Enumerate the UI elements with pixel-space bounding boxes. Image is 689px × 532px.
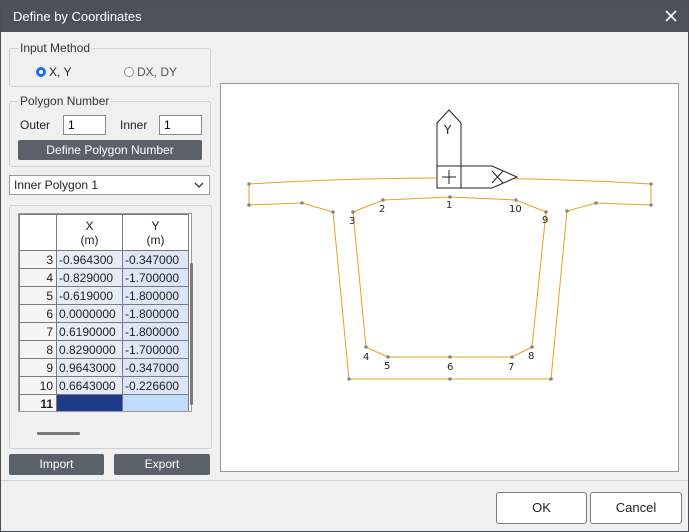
header-y-unit: (m) (146, 232, 165, 247)
polygon-number-legend: Polygon Number (18, 94, 112, 108)
table-row[interactable]: 5 -0.619000 -1.800000 (19, 286, 189, 305)
table-row[interactable]: 4 -0.829000 -1.700000 (19, 268, 189, 287)
table-row[interactable]: 9 0.9643000 -0.347000 (19, 358, 189, 377)
cell-x[interactable] (56, 394, 123, 411)
table-row[interactable]: 11 (19, 394, 189, 411)
table-row[interactable]: 8 0.8290000 -1.700000 (19, 340, 189, 359)
row-number: 10 (19, 376, 57, 395)
row-number: 6 (19, 304, 57, 323)
row-number: 8 (19, 340, 57, 359)
axis-gizmo (436, 109, 519, 189)
cell-x[interactable]: -0.964300 (56, 250, 123, 269)
inner-outline (352, 196, 547, 358)
vertex-label-10: 10 (509, 204, 522, 215)
coordinates-table-area: X (m) Y (m) 3 -0.964300 -0.347000 4 -0.829000-… (18, 213, 192, 412)
vertex-label-8: 8 (528, 351, 534, 362)
header-x-label: X (85, 218, 94, 233)
cell-x[interactable]: 0.9643000 (56, 358, 123, 377)
vertex-label-5: 5 (384, 361, 390, 372)
vertex-dots (247, 182, 653, 381)
cell-y[interactable]: -0.347000 (122, 358, 189, 377)
radio-xy-label: X, Y (49, 65, 72, 79)
radio-xy[interactable]: X, Y (36, 65, 71, 79)
header-y-label: Y (151, 218, 160, 233)
preview-panel (219, 47, 679, 80)
title-bar: Define by Coordinates (1, 1, 688, 32)
define-polygon-number-button[interactable]: Define Polygon Number (18, 140, 202, 160)
table-header-row: X (m) Y (m) (19, 214, 189, 251)
cell-y[interactable]: -1.800000 (122, 322, 189, 341)
polygon-number-group: Polygon Number Outer Inner Define Polygo… (9, 94, 211, 167)
row-number: 7 (19, 322, 57, 341)
outer-input[interactable] (63, 115, 106, 135)
cell-y[interactable]: -1.700000 (122, 340, 189, 359)
cell-y[interactable]: -1.800000 (122, 286, 189, 305)
inner-label: Inner (120, 118, 148, 132)
define-by-coordinates-dialog: Define by Coordinates Input Method X, Y … (0, 0, 689, 532)
close-icon[interactable] (662, 7, 680, 25)
cell-y[interactable]: -1.700000 (122, 268, 189, 287)
header-x[interactable]: X (m) (56, 214, 123, 251)
import-button[interactable]: Import (9, 454, 104, 475)
row-number: 9 (19, 358, 57, 377)
table-row[interactable]: 10 0.6643000 -0.226600 (19, 376, 189, 395)
vertex-label-2: 2 (379, 204, 385, 215)
cell-y[interactable]: -0.347000 (122, 250, 189, 269)
polygon-select[interactable]: Inner Polygon 1 (9, 175, 210, 195)
dialog-title: Define by Coordinates (13, 9, 142, 24)
polygon-select-value: Inner Polygon 1 (14, 178, 99, 192)
outer-label: Outer (20, 118, 51, 132)
radio-dxdy[interactable]: DX, DY (124, 65, 177, 79)
table-row[interactable]: 6 0.0000000 -1.800000 (19, 304, 189, 323)
table-row[interactable]: 7 0.6190000 -1.800000 (19, 322, 189, 341)
cell-y[interactable] (122, 394, 189, 411)
input-method-legend: Input Method (18, 41, 93, 55)
cell-x[interactable]: 0.8290000 (56, 340, 123, 359)
row-number: 3 (19, 250, 57, 269)
section-preview: 1 2 3 4 5 6 7 8 9 10 Y (247, 109, 653, 381)
axis-y-label: Y (443, 123, 452, 137)
cancel-button[interactable]: Cancel (590, 492, 682, 524)
cell-x[interactable]: 0.6190000 (56, 322, 123, 341)
ok-button[interactable]: OK (496, 492, 587, 524)
radio-unselected-icon (124, 67, 134, 77)
row-number: 11 (19, 394, 57, 411)
row-number: 5 (19, 286, 57, 305)
vertex-label-3: 3 (349, 216, 355, 227)
cell-x[interactable]: 0.6643000 (56, 376, 123, 395)
coordinates-table: X (m) Y (m) 3 -0.964300 -0.347000 4 -0.829000-… (19, 214, 189, 411)
preview-canvas[interactable]: 1 2 3 4 5 6 7 8 9 10 Y (220, 83, 679, 472)
input-method-group: Input Method X, Y DX, DY (9, 41, 211, 87)
vertical-scrollbar[interactable] (190, 263, 193, 405)
cell-x[interactable]: 0.0000000 (56, 304, 123, 323)
cell-y[interactable]: -0.226600 (122, 376, 189, 395)
table-row[interactable]: 3 -0.964300 -0.347000 (19, 250, 189, 269)
radio-selected-icon (36, 67, 46, 77)
horizontal-scrollbar[interactable] (37, 432, 80, 435)
row-number: 4 (19, 268, 57, 287)
footer-separator (1, 480, 688, 481)
vertex-label-7: 7 (508, 362, 514, 373)
header-y[interactable]: Y (m) (122, 214, 189, 251)
vertex-label-4: 4 (363, 352, 369, 363)
chevron-down-icon (194, 182, 204, 188)
cell-x[interactable]: -0.619000 (56, 286, 123, 305)
inner-input[interactable] (159, 115, 202, 135)
radio-dxdy-label: DX, DY (137, 65, 178, 79)
export-button[interactable]: Export (114, 454, 210, 475)
cell-y[interactable]: -1.800000 (122, 304, 189, 323)
vertex-label-9: 9 (542, 215, 548, 226)
vertex-label-1: 1 (446, 200, 452, 211)
table-corner (19, 214, 57, 251)
header-x-unit: (m) (80, 232, 99, 247)
vertex-label-6: 6 (447, 362, 453, 373)
cell-x[interactable]: -0.829000 (56, 268, 123, 287)
